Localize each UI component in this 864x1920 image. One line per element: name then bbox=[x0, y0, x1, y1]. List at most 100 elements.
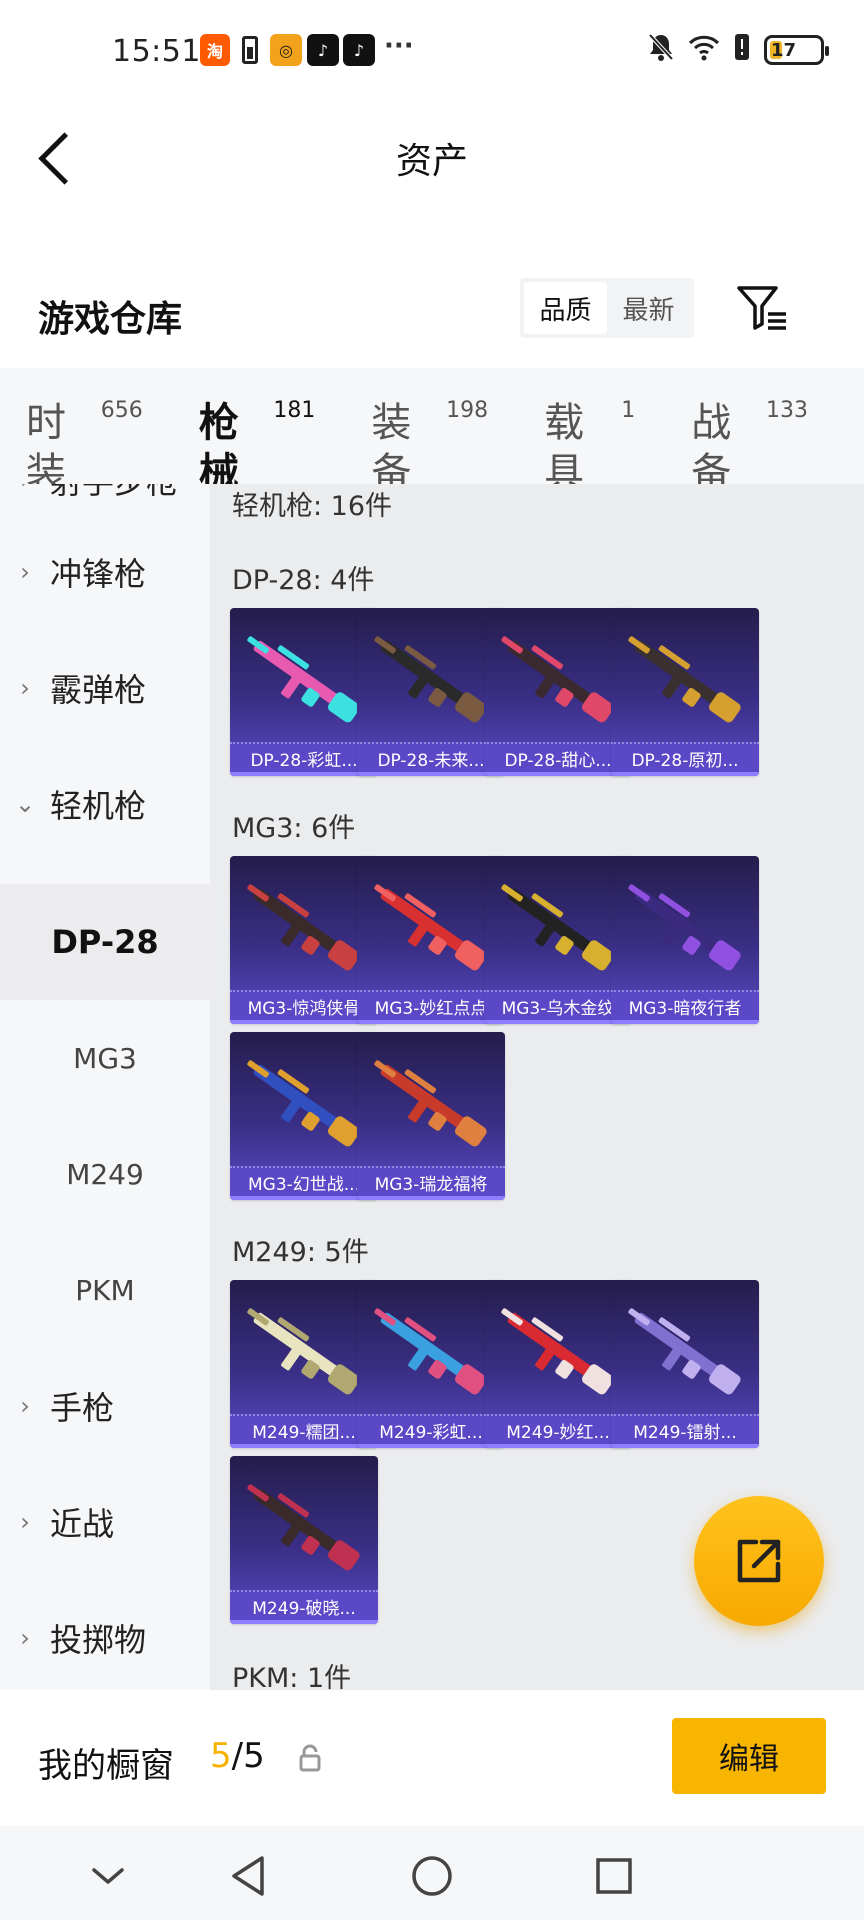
sidebar-item-melee[interactable]: › 近战 bbox=[0, 1464, 210, 1580]
warehouse-header: 游戏仓库 品质 最新 bbox=[0, 270, 864, 360]
weapon-skin-name: DP-28-甜心... bbox=[484, 742, 632, 776]
weapon-skin-card[interactable]: M249-镭射... bbox=[611, 1280, 759, 1448]
sidebar-item-pistol[interactable]: › 手枪 bbox=[0, 1348, 210, 1464]
weapon-image bbox=[501, 1308, 614, 1395]
tab-vehicles[interactable]: 载具 1 bbox=[544, 398, 635, 498]
filter-icon bbox=[737, 286, 786, 330]
weapon-image bbox=[374, 884, 487, 971]
chevron-down-icon: ⌄ bbox=[14, 790, 36, 818]
sidebar-item-mg3[interactable]: MG3 bbox=[0, 1000, 210, 1116]
system-nav-bar bbox=[0, 1826, 864, 1920]
weapon-skin-name: MG3-妙红点点 bbox=[357, 990, 505, 1024]
weapon-skin-card[interactable]: MG3-妙红点点 bbox=[357, 856, 505, 1024]
tab-firearms[interactable]: 枪械 181 bbox=[199, 398, 316, 498]
tab-fashion[interactable]: 时装 656 bbox=[26, 398, 143, 498]
sort-quality-option[interactable]: 品质 bbox=[524, 282, 607, 334]
edit-button[interactable]: 编辑 bbox=[672, 1718, 826, 1794]
sidebar-item-label: 射手步枪 bbox=[50, 484, 178, 503]
filter-button[interactable] bbox=[736, 284, 790, 334]
tab-count: 1 bbox=[621, 398, 636, 423]
weapon-skin-name: DP-28-原初... bbox=[611, 742, 759, 776]
lmg-summary: 轻机枪: 16件 bbox=[232, 491, 393, 522]
weapon-image bbox=[501, 636, 614, 723]
weapon-skin-name: M249-糯团... bbox=[230, 1414, 378, 1448]
nav-recents-button[interactable] bbox=[584, 1846, 644, 1906]
tiktok-icon: ♪ bbox=[343, 34, 375, 66]
tab-count: 133 bbox=[765, 398, 808, 423]
sidebar-item-label: DP-28 bbox=[51, 923, 159, 961]
battery-indicator: 17 bbox=[764, 35, 829, 65]
weapon-skin-name: M249-妙红... bbox=[484, 1414, 632, 1448]
weapon-skin-card[interactable]: MG3-幻世战... bbox=[230, 1032, 378, 1200]
group-title-dp28: DP-28: 4件 bbox=[232, 565, 375, 596]
weapon-image bbox=[247, 884, 360, 971]
sidebar-item-label: 霰弹枪 bbox=[50, 671, 147, 709]
showcase-count: 5/5 bbox=[210, 1736, 265, 1776]
weapon-skin-card[interactable]: M249-破晓... bbox=[230, 1456, 378, 1624]
more-notifications-icon: ··· bbox=[384, 31, 414, 61]
tab-count: 181 bbox=[273, 398, 316, 423]
weapon-skin-card[interactable]: MG3-暗夜行者 bbox=[611, 856, 759, 1024]
weapon-image bbox=[501, 884, 614, 971]
weapon-skin-card[interactable]: MG3-瑞龙福将 bbox=[357, 1032, 505, 1200]
chevron-right-icon: › bbox=[20, 558, 30, 586]
title-bar: 资产 bbox=[0, 110, 864, 200]
weapon-skin-card[interactable]: MG3-惊鸿侠骨 bbox=[230, 856, 378, 1024]
tab-supplies[interactable]: 战备 133 bbox=[691, 398, 808, 498]
sidebar-item-shotgun[interactable]: › 霰弹枪 bbox=[0, 630, 210, 746]
weapon-skin-card[interactable]: DP-28-彩虹... bbox=[230, 608, 378, 776]
group-title-mg3: MG3: 6件 bbox=[232, 813, 356, 844]
nav-back-button[interactable] bbox=[218, 1846, 278, 1906]
group-title-m249: M249: 5件 bbox=[232, 1237, 369, 1268]
sidebar-item-label: MG3 bbox=[73, 1041, 137, 1075]
weapon-image bbox=[247, 1308, 360, 1395]
weapon-skin-card[interactable]: DP-28-原初... bbox=[611, 608, 759, 776]
sidebar-item-smg[interactable]: › 冲锋枪 bbox=[0, 514, 210, 630]
category-tabs: 时装 656 枪械 181 装备 198 载具 1 战备 133 bbox=[0, 368, 864, 496]
weapon-image bbox=[628, 1308, 741, 1395]
lock-icon bbox=[299, 1744, 321, 1772]
tab-count: 198 bbox=[446, 398, 489, 423]
weapon-skin-card[interactable]: M249-糯团... bbox=[230, 1280, 378, 1448]
nav-collapse-button[interactable] bbox=[78, 1846, 138, 1906]
weapon-skin-card[interactable]: M249-彩虹... bbox=[357, 1280, 505, 1448]
sidebar-item-throwable[interactable]: › 投掷物 bbox=[0, 1580, 210, 1690]
sidebar-item-label: 轻机枪 bbox=[50, 787, 147, 825]
weapon-image bbox=[247, 1060, 360, 1147]
weapon-skin-card[interactable]: MG3-乌木金纹 bbox=[484, 856, 632, 1024]
chevron-right-icon: › bbox=[0, 484, 50, 494]
sidebar-item-label: 近战 bbox=[50, 1505, 115, 1543]
battery-saver-icon bbox=[242, 36, 258, 64]
sort-newest-option[interactable]: 最新 bbox=[607, 282, 690, 334]
tab-label: 载具 bbox=[544, 400, 585, 496]
battery-level: 17 bbox=[771, 39, 797, 61]
sidebar-item-dp28[interactable]: DP-28 bbox=[0, 884, 210, 1000]
weapon-skin-card[interactable]: M249-妙红... bbox=[484, 1280, 632, 1448]
sidebar-item-label: 投掷物 bbox=[50, 1621, 147, 1659]
nav-home-button[interactable] bbox=[402, 1846, 462, 1906]
circle-home-icon bbox=[412, 1856, 452, 1896]
tab-count: 656 bbox=[100, 398, 143, 423]
weapon-skin-card[interactable]: DP-28-未来... bbox=[357, 608, 505, 776]
weapon-skin-name: M249-破晓... bbox=[230, 1590, 378, 1624]
weapon-image bbox=[374, 1060, 487, 1147]
weapon-skin-name: MG3-幻世战... bbox=[230, 1166, 378, 1200]
tab-label: 战备 bbox=[691, 400, 732, 496]
sidebar-item-m249[interactable]: M249 bbox=[0, 1116, 210, 1232]
sidebar-item-pkm[interactable]: PKM bbox=[0, 1232, 210, 1348]
weapon-skin-name: MG3-瑞龙福将 bbox=[357, 1166, 505, 1200]
chevron-right-icon: › bbox=[20, 1392, 30, 1420]
weapon-skin-name: M249-彩虹... bbox=[357, 1414, 505, 1448]
tab-label: 枪械 bbox=[198, 400, 239, 496]
system-icons: 17 bbox=[648, 33, 829, 66]
sidebar-item-label: 手枪 bbox=[50, 1389, 115, 1427]
weapon-skin-card[interactable]: DP-28-甜心... bbox=[484, 608, 632, 776]
showcase-label: 我的橱窗 bbox=[38, 1746, 174, 1786]
tab-label: 装备 bbox=[371, 400, 412, 496]
share-button[interactable] bbox=[694, 1496, 824, 1626]
weapon-skin-name: MG3-暗夜行者 bbox=[611, 990, 759, 1024]
weapon-image bbox=[374, 1308, 487, 1395]
tab-equipment[interactable]: 装备 198 bbox=[371, 398, 488, 498]
sidebar-item-lmg[interactable]: ⌄ 轻机枪 bbox=[0, 746, 210, 862]
weapon-skin-name: MG3-乌木金纹 bbox=[484, 990, 632, 1024]
